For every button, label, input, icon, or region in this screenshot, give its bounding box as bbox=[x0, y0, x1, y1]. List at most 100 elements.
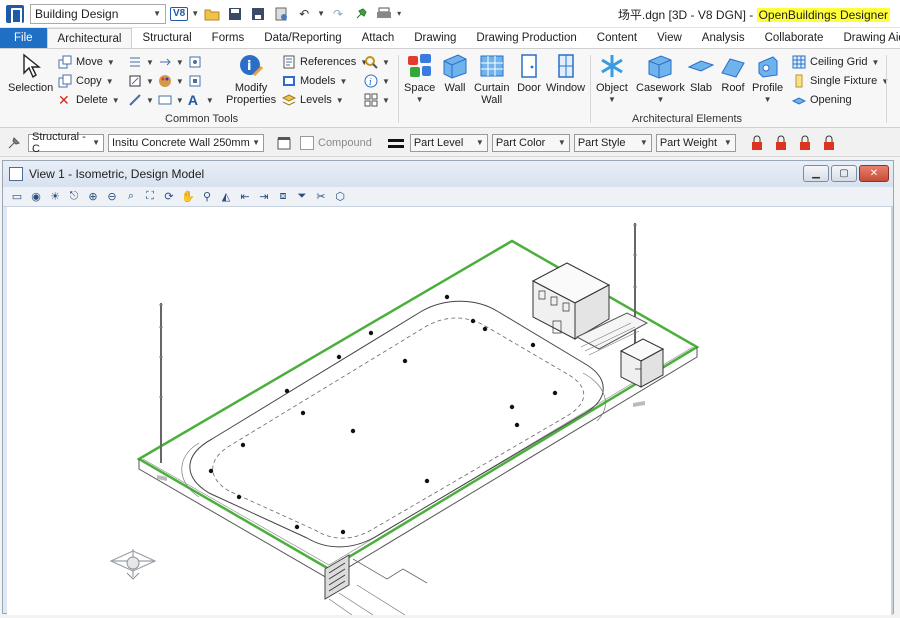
lighting-icon[interactable]: ☀ bbox=[47, 189, 63, 205]
open-folder-icon[interactable] bbox=[202, 4, 222, 24]
pan-view-icon[interactable]: ✋ bbox=[180, 189, 196, 205]
rectangle-icon[interactable] bbox=[158, 93, 172, 107]
restore-icon[interactable]: ▢ bbox=[831, 165, 857, 182]
close-icon[interactable]: ✕ bbox=[859, 165, 889, 182]
single-fixture-button[interactable]: Single Fixture ▼ bbox=[792, 72, 889, 90]
lock-weight-icon[interactable] bbox=[820, 133, 840, 153]
line-tool-icon[interactable] bbox=[128, 55, 142, 69]
zoom-in-icon[interactable]: ⊕ bbox=[85, 189, 101, 205]
group-tool[interactable]: ▼ bbox=[364, 91, 390, 109]
tab-drawing-production[interactable]: Drawing Production bbox=[466, 28, 586, 48]
tab-analysis[interactable]: Analysis bbox=[692, 28, 755, 48]
chevron-down-icon[interactable]: ▼ bbox=[146, 77, 154, 86]
workflow-dropdown[interactable]: Building Design ▼ bbox=[30, 3, 166, 24]
casework-button[interactable]: Casework ▼ bbox=[636, 53, 685, 106]
tab-view[interactable]: View bbox=[647, 28, 692, 48]
view-title-bar[interactable]: View 1 - Isometric, Design Model ▁ ▢ ✕ bbox=[3, 161, 893, 187]
chevron-down-icon[interactable]: ▼ bbox=[206, 96, 214, 105]
section-icon[interactable]: ✂ bbox=[313, 189, 329, 205]
pin-tool-icon[interactable] bbox=[4, 133, 24, 153]
customize-qat-icon[interactable]: ▾ bbox=[397, 9, 401, 18]
tab-drawing-aids[interactable]: Drawing Aids bbox=[833, 28, 900, 48]
opening-button[interactable]: Opening bbox=[791, 91, 852, 109]
line-weight-icon[interactable] bbox=[386, 133, 406, 153]
view-next-icon[interactable]: ⇥ bbox=[256, 189, 272, 205]
copy-button[interactable]: Copy ▼ bbox=[58, 72, 114, 90]
place-shape-icon[interactable] bbox=[128, 74, 142, 88]
chevron-down-icon[interactable]: ▼ bbox=[191, 9, 199, 18]
models-button[interactable]: Models ▼ bbox=[282, 72, 347, 90]
pin-icon[interactable] bbox=[351, 4, 371, 24]
minimize-icon[interactable]: ▁ bbox=[803, 165, 829, 182]
fit-view-icon[interactable]: ⛶ bbox=[142, 189, 158, 205]
selection-button[interactable]: Selection bbox=[8, 53, 53, 94]
slab-button[interactable]: Slab bbox=[688, 53, 714, 94]
chevron-down-icon[interactable]: ▼ bbox=[176, 77, 184, 86]
roof-button[interactable]: Roof bbox=[720, 53, 746, 94]
rotate-view-icon[interactable]: ⟳ bbox=[161, 189, 177, 205]
cell-tool-icon[interactable] bbox=[188, 55, 202, 69]
part-level-combo[interactable]: Part Level ▼ bbox=[409, 133, 488, 152]
brush-icon[interactable]: ⎋ bbox=[66, 189, 82, 205]
save-settings-icon[interactable] bbox=[248, 4, 268, 24]
object-button[interactable]: Object ▼ bbox=[596, 53, 628, 106]
zoom-out-icon[interactable]: ⊖ bbox=[104, 189, 120, 205]
window-area-icon[interactable]: ⌕ bbox=[123, 189, 139, 205]
measure-icon[interactable] bbox=[128, 93, 142, 107]
part-color-combo[interactable]: Part Color ▼ bbox=[491, 133, 570, 152]
redo-icon[interactable]: ↷ bbox=[328, 4, 348, 24]
text-icon[interactable]: A bbox=[188, 93, 202, 107]
modify-properties-button[interactable]: i Modify Properties bbox=[226, 53, 276, 106]
tab-structural[interactable]: Structural bbox=[132, 28, 201, 48]
view-attributes-icon[interactable]: ▭ bbox=[9, 189, 25, 205]
tab-collaborate[interactable]: Collaborate bbox=[755, 28, 834, 48]
search-tool[interactable]: ▼ bbox=[364, 53, 390, 71]
chevron-down-icon[interactable]: ▼ bbox=[176, 96, 184, 105]
part-weight-combo[interactable]: Part Weight ▼ bbox=[655, 133, 736, 152]
view-previous-icon[interactable]: ⇤ bbox=[237, 189, 253, 205]
chevron-down-icon[interactable]: ▼ bbox=[146, 96, 154, 105]
chevron-down-icon[interactable]: ▼ bbox=[176, 58, 184, 67]
lock-level-icon[interactable] bbox=[748, 133, 768, 153]
display-style-icon[interactable]: ◉ bbox=[28, 189, 44, 205]
filter-icon[interactable]: ⏷ bbox=[294, 189, 310, 205]
chevron-down-icon[interactable]: ▼ bbox=[317, 9, 325, 18]
print-icon[interactable] bbox=[374, 4, 394, 24]
curtain-wall-button[interactable]: Curtain Wall bbox=[474, 53, 509, 106]
delete-button[interactable]: ✕ Delete ▼ bbox=[58, 91, 120, 109]
part-style-combo[interactable]: Part Style ▼ bbox=[573, 133, 652, 152]
tab-attach[interactable]: Attach bbox=[352, 28, 405, 48]
wall-button[interactable]: Wall bbox=[442, 53, 468, 94]
version-badge[interactable]: V8 bbox=[170, 6, 189, 21]
align-tool-icon[interactable] bbox=[158, 55, 172, 69]
undo-icon[interactable]: ↶ bbox=[294, 4, 314, 24]
references-button[interactable]: References ▼ bbox=[282, 53, 368, 71]
compound-checkbox[interactable] bbox=[300, 135, 314, 150]
ceiling-grid-button[interactable]: Ceiling Grid ▼ bbox=[792, 53, 879, 71]
compress-icon[interactable] bbox=[271, 4, 291, 24]
info-tool[interactable]: i ▼ bbox=[364, 72, 390, 90]
levels-button[interactable]: Levels ▼ bbox=[281, 91, 344, 109]
tab-file[interactable]: File bbox=[0, 28, 47, 48]
level-display-icon[interactable] bbox=[188, 74, 202, 88]
tab-architectural[interactable]: Architectural bbox=[46, 28, 133, 48]
app-logo-icon[interactable] bbox=[6, 4, 24, 24]
clip-volume-icon[interactable]: ⧈ bbox=[275, 189, 291, 205]
mask-icon[interactable]: ⬡ bbox=[332, 189, 348, 205]
lock-style-icon[interactable] bbox=[796, 133, 816, 153]
part-combo[interactable]: Insitu Concrete Wall 250mm ▼ bbox=[108, 133, 264, 152]
save-icon[interactable] bbox=[225, 4, 245, 24]
camera-icon[interactable]: ◭ bbox=[218, 189, 234, 205]
walk-icon[interactable]: ⚲ bbox=[199, 189, 215, 205]
palette-icon[interactable] bbox=[158, 74, 172, 88]
compound-toggle-icon[interactable] bbox=[274, 133, 294, 153]
move-button[interactable]: Move ▼ bbox=[58, 53, 115, 71]
tab-drawing[interactable]: Drawing bbox=[404, 28, 466, 48]
design-canvas[interactable] bbox=[7, 207, 891, 616]
space-button[interactable]: Space ▼ bbox=[404, 53, 435, 106]
profile-button[interactable]: Profile ▼ bbox=[752, 53, 783, 106]
tab-forms[interactable]: Forms bbox=[202, 28, 255, 48]
window-button[interactable]: Window bbox=[546, 53, 585, 94]
tab-data-reporting[interactable]: Data/Reporting bbox=[254, 28, 351, 48]
lock-color-icon[interactable] bbox=[772, 133, 792, 153]
